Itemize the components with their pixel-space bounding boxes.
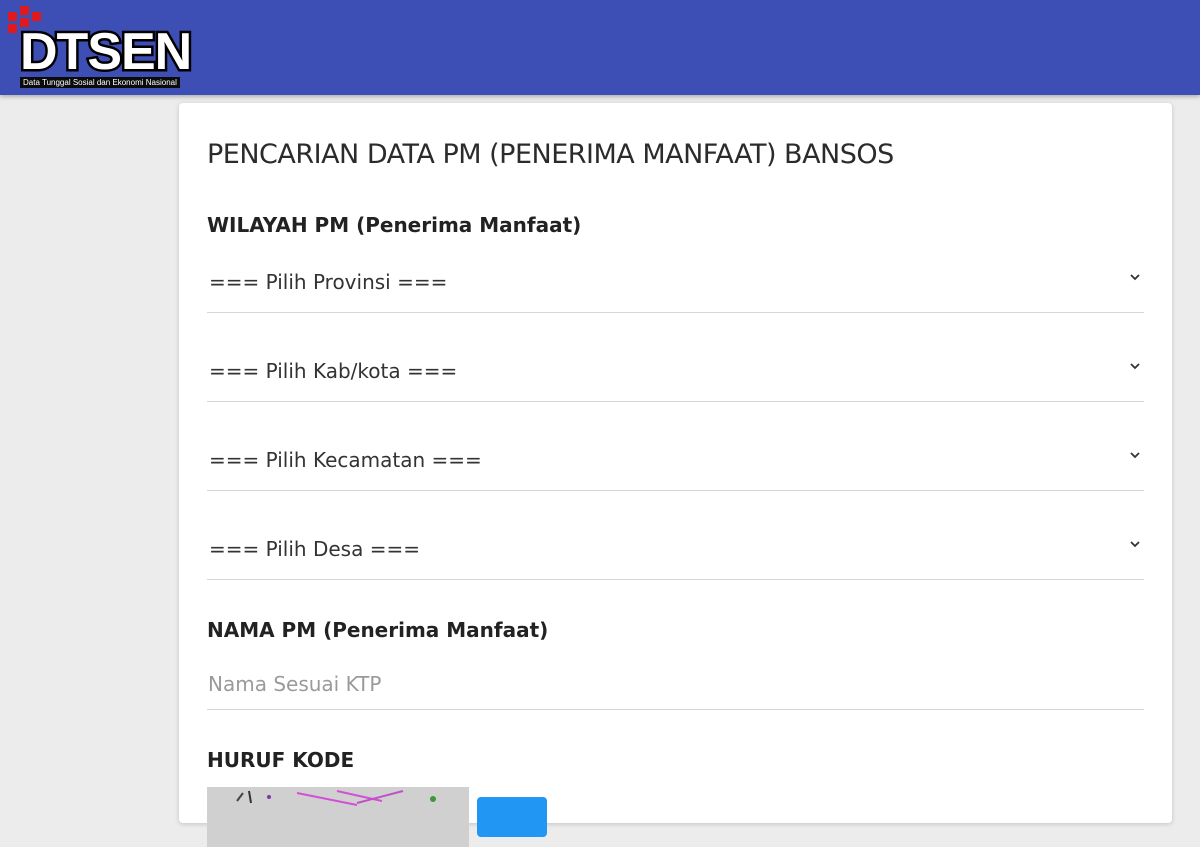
kecamatan-select[interactable]: === Pilih Kecamatan === <box>207 434 1144 491</box>
kabkota-select-value: === Pilih Kab/kota === <box>209 359 458 383</box>
refresh-captcha-button[interactable] <box>477 797 547 837</box>
provinsi-select-value: === Pilih Provinsi === <box>209 270 448 294</box>
huruf-kode-label: HURUF KODE <box>207 748 355 772</box>
desa-select-value: === Pilih Desa === <box>209 537 420 561</box>
chevron-down-icon <box>1130 274 1140 281</box>
chevron-down-icon <box>1130 541 1140 548</box>
captcha-noise-image <box>207 787 469 847</box>
nama-label: NAMA PM (Penerima Manfaat) <box>207 618 549 642</box>
provinsi-select[interactable]: === Pilih Provinsi === <box>207 256 1144 313</box>
top-bar: DTSEN Data Tunggal Sosial dan Ekonomi Na… <box>0 0 1200 95</box>
chevron-down-icon <box>1130 363 1140 370</box>
wilayah-label: WILAYAH PM (Penerima Manfaat) <box>207 213 582 237</box>
logo-square <box>8 12 17 21</box>
logo-square <box>32 12 41 21</box>
chevron-down-icon <box>1130 452 1140 459</box>
dtsen-logo[interactable]: DTSEN Data Tunggal Sosial dan Ekonomi Na… <box>8 6 208 88</box>
captcha-image <box>207 787 469 847</box>
nama-ktp-input[interactable] <box>207 658 1144 710</box>
kabkota-select[interactable]: === Pilih Kab/kota === <box>207 345 1144 402</box>
logo-square <box>8 24 17 33</box>
page-title: PENCARIAN DATA PM (PENERIMA MANFAAT) BAN… <box>207 139 894 170</box>
search-form-card: PENCARIAN DATA PM (PENERIMA MANFAAT) BAN… <box>179 103 1172 847</box>
logo-square <box>20 6 29 15</box>
desa-select[interactable]: === Pilih Desa === <box>207 523 1144 580</box>
kecamatan-select-value: === Pilih Kecamatan === <box>209 448 482 472</box>
logo-wordmark: DTSEN <box>17 23 194 81</box>
logo-subtitle: Data Tunggal Sosial dan Ekonomi Nasional <box>20 77 180 88</box>
